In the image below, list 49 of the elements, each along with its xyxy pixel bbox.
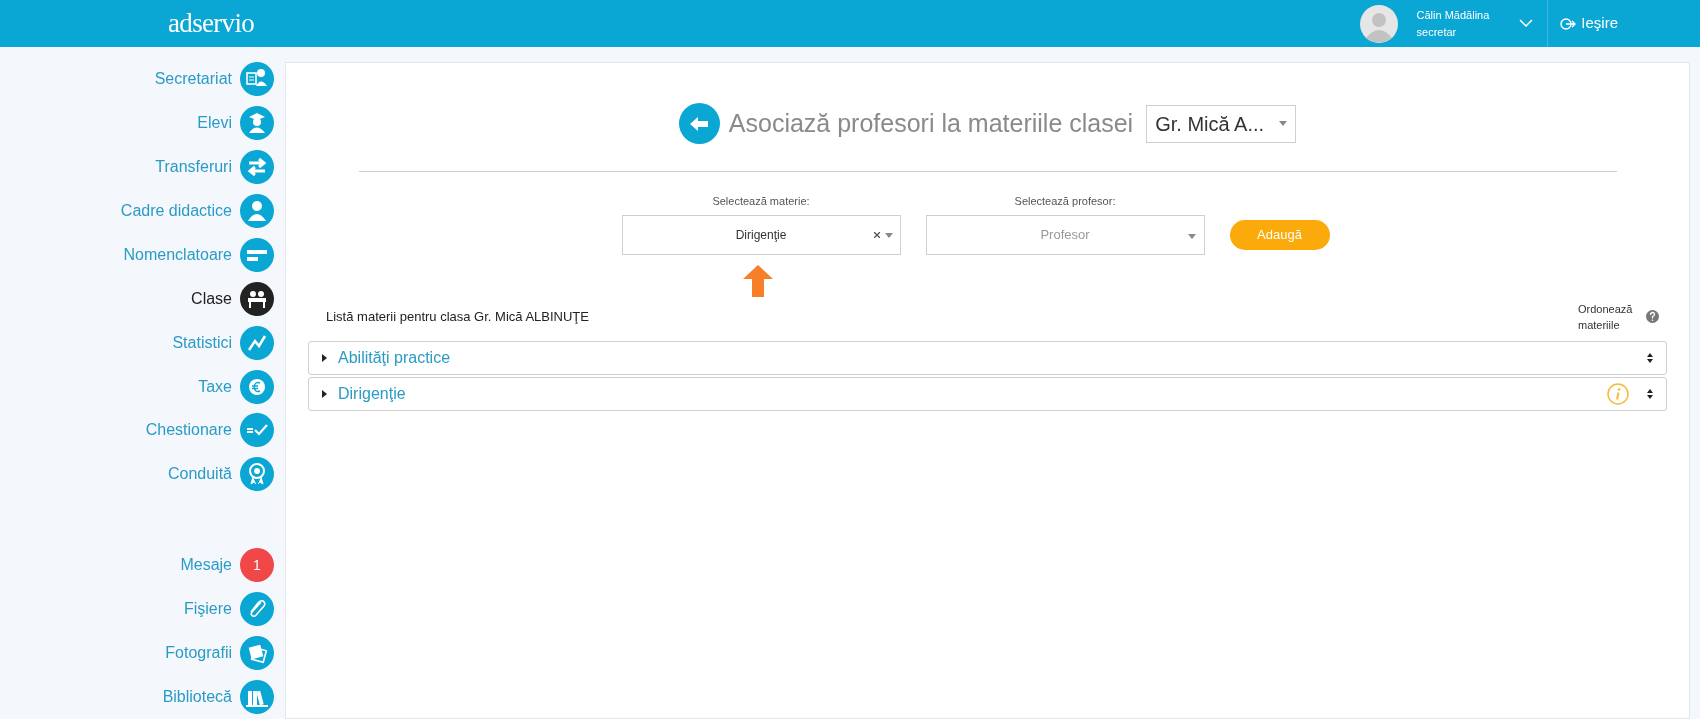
back-button[interactable] <box>678 103 720 144</box>
sidebar-link[interactable]: Taxe <box>198 374 232 399</box>
field-label: Selectează profesor: <box>1014 194 1116 209</box>
help-icon[interactable] <box>1646 310 1659 323</box>
subject-name: Dirigenţie <box>338 383 406 404</box>
add-button[interactable]: Adaugă <box>1229 219 1330 250</box>
caret-down-icon <box>884 232 893 238</box>
subject-select[interactable]: Dirigenţie <box>621 214 901 255</box>
class-select[interactable]: Gr. Mică A... <box>1146 104 1297 143</box>
sidebar-link[interactable]: Transferuri <box>155 154 232 179</box>
logout-icon <box>1560 17 1577 30</box>
sidebar-link[interactable]: Mesaje <box>180 553 232 578</box>
sidebar-link[interactable]: Fotografii <box>165 641 232 666</box>
clear-icon[interactable] <box>873 231 880 238</box>
sidebar-link[interactable]: Secretariat <box>154 66 232 91</box>
sidebar-link[interactable]: Clase <box>191 286 232 311</box>
caret-right-icon[interactable] <box>322 389 328 398</box>
sidebar-link[interactable]: Nomenclatoare <box>123 242 232 267</box>
menu-icon[interactable] <box>240 281 274 316</box>
sort-handle-icon[interactable] <box>1647 388 1653 399</box>
unread-badge: 1 <box>240 548 274 583</box>
arrow-left-icon <box>689 115 710 132</box>
page-title: Asociază profesori la materiile clasei <box>728 107 1134 139</box>
subject-row[interactable]: Dirigenţie <box>308 376 1667 411</box>
subject-name: Abilităţi practice <box>338 347 451 368</box>
sidebar-link[interactable]: Elevi <box>197 110 232 135</box>
sidebar-link[interactable]: Chestionare <box>145 418 232 443</box>
user-name: Călin Mădălina <box>1416 7 1490 23</box>
logo[interactable]: adservio <box>168 3 255 44</box>
caret-right-icon[interactable] <box>322 353 328 362</box>
sidebar-link[interactable]: Statistici <box>172 330 232 355</box>
sidebar-link[interactable]: Conduită <box>167 462 232 487</box>
chevron-down-icon[interactable] <box>1519 19 1534 28</box>
sidebar-link[interactable]: Cadre didactice <box>120 198 232 223</box>
caret-down-icon <box>1279 121 1288 126</box>
user-role: secretar <box>1416 24 1458 40</box>
caret-down-icon <box>1187 233 1196 239</box>
logout-button[interactable]: Ieşire <box>1548 0 1630 47</box>
info-icon[interactable] <box>1607 382 1629 405</box>
sort-label: Ordonează materiile <box>1578 301 1634 333</box>
subject-row[interactable]: Abilităţi practice <box>308 340 1667 375</box>
list-title: Listă materii pentru clasa Gr. Mică ALBINUŢE <box>326 307 589 326</box>
avatar-icon[interactable] <box>1359 4 1398 43</box>
sidebar-link[interactable]: Fişiere <box>184 597 232 622</box>
field-label: Selectează materie: <box>712 194 810 209</box>
arrow-up-icon <box>742 264 773 297</box>
sidebar-link[interactable]: Bibliotecă <box>162 685 232 710</box>
teacher-select[interactable]: Profesor <box>925 214 1205 255</box>
sort-handle-icon[interactable] <box>1647 352 1653 363</box>
